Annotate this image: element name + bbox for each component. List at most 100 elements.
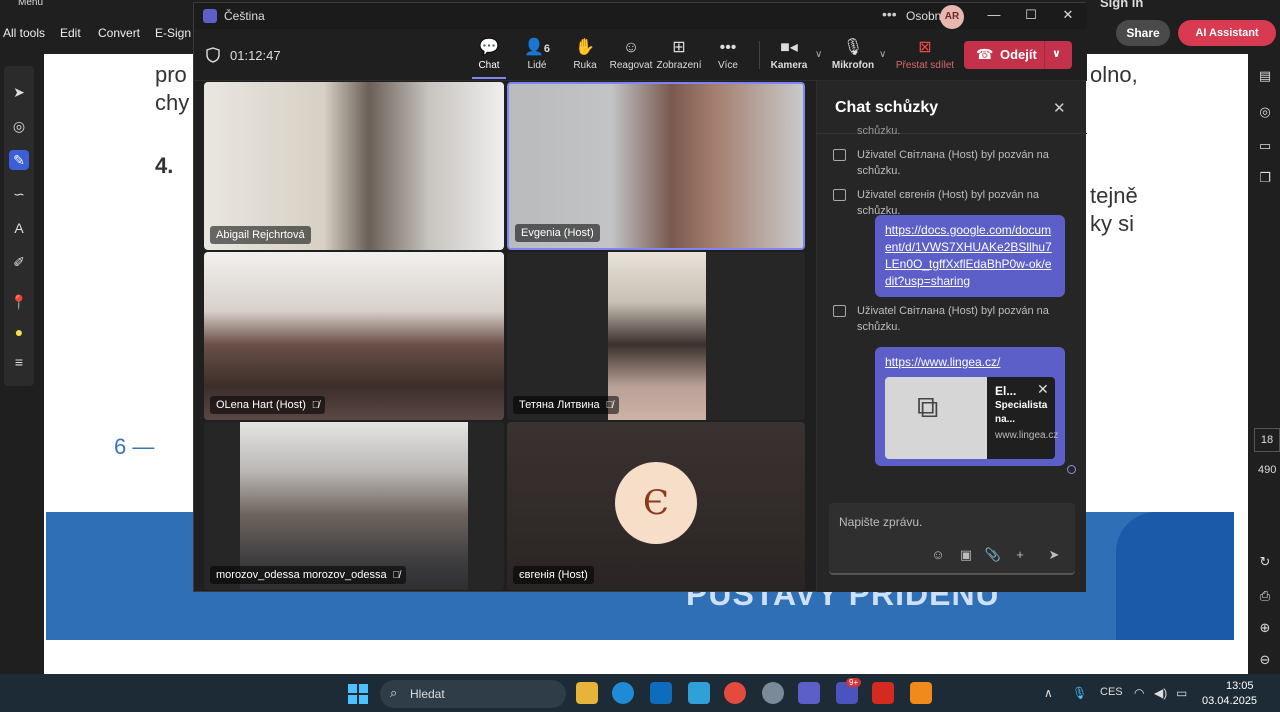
- raise-hand-button[interactable]: ✋ Ruka: [560, 37, 610, 71]
- camera-button[interactable]: ■◂ Kamera: [764, 37, 814, 71]
- more-lines-icon[interactable]: ≡: [9, 352, 29, 372]
- taskbar-search[interactable]: ⌕ Hledat: [380, 680, 566, 708]
- acrobat-edit[interactable]: Edit: [60, 26, 81, 40]
- video-tile[interactable]: Evgenia (Host): [507, 82, 805, 250]
- participant-name: OLena Hart (Host): [216, 399, 306, 411]
- video-tile[interactable]: Є євгенія (Host): [507, 422, 805, 590]
- comment-icon[interactable]: ◎: [9, 116, 29, 136]
- chat-button[interactable]: 💬 Chat: [464, 37, 514, 71]
- edge-icon[interactable]: [612, 682, 634, 704]
- cursor-icon[interactable]: ➤: [9, 82, 29, 102]
- outlook-icon[interactable]: [650, 682, 672, 704]
- chat-icon: 💬: [479, 39, 499, 56]
- view-label: Zobrazení: [656, 60, 702, 71]
- lasso-icon[interactable]: ∽: [9, 184, 29, 204]
- people-count: 6: [543, 43, 551, 55]
- link-preview-card[interactable]: ⧉ El... Specialista na... www.lingea.cz …: [885, 377, 1058, 459]
- emoji-icon[interactable]: ☺: [929, 547, 947, 562]
- acrobat-sign-in[interactable]: Sign in: [1100, 0, 1143, 10]
- color-dot-icon[interactable]: ●: [9, 322, 29, 342]
- battery-icon[interactable]: ▭: [1176, 686, 1187, 700]
- chrome-icon[interactable]: [724, 682, 746, 704]
- more-button[interactable]: ••• Více: [703, 37, 753, 71]
- participant-name-tag: Тетяна Литвина 🎙̸: [513, 396, 620, 414]
- panel-icon[interactable]: ▤: [1257, 68, 1273, 84]
- attach-icon[interactable]: 📎: [984, 547, 1002, 563]
- leave-button[interactable]: ☎ Odejít ∨: [964, 41, 1072, 69]
- video-tile[interactable]: Abigail Rejchrtová: [204, 82, 504, 250]
- raise-hand-label: Ruka: [573, 60, 597, 71]
- minimize-icon[interactable]: —: [984, 7, 1004, 22]
- leave-options-chevron-icon[interactable]: ∨: [1052, 47, 1061, 60]
- people-icon: 👤: [523, 39, 544, 56]
- participant-name: Тетяна Литвина: [519, 399, 600, 411]
- doc-text: ky si: [1090, 211, 1134, 236]
- wifi-icon[interactable]: ◠: [1134, 686, 1144, 700]
- chat-link[interactable]: https://www.lingea.cz/: [885, 355, 1000, 369]
- more-options-icon[interactable]: •••: [882, 6, 897, 22]
- pin-icon[interactable]: 📍: [9, 292, 29, 312]
- acrobat-icon[interactable]: [872, 682, 894, 704]
- refresh-icon[interactable]: ↻: [1257, 554, 1273, 570]
- people-button[interactable]: 👤6 Lidé: [512, 37, 562, 71]
- clock-time[interactable]: 13:05: [1226, 680, 1254, 692]
- maximize-icon[interactable]: ☐: [1021, 7, 1041, 23]
- profile-label[interactable]: Osobní: [906, 9, 945, 23]
- close-preview-icon[interactable]: ✕: [1037, 381, 1049, 398]
- image-icon[interactable]: ▣: [957, 547, 975, 563]
- pages-icon[interactable]: ❐: [1257, 170, 1273, 186]
- page-number-box[interactable]: 18: [1254, 428, 1280, 452]
- clock-date[interactable]: 03.04.2025: [1202, 695, 1257, 707]
- meeting-chat-panel: Chat schůzky ✕ schůzku. Uživatel Світлан…: [816, 81, 1087, 592]
- stop-share-label: Přestat sdílet: [895, 60, 955, 71]
- microphone-icon: 🎙: [842, 39, 864, 56]
- plus-icon[interactable]: +: [1011, 547, 1029, 562]
- highlight-pen-icon[interactable]: ✎: [9, 150, 29, 170]
- react-button[interactable]: ☺ Reagovat: [606, 37, 656, 71]
- chat-link[interactable]: https://docs.google.com/document/d/1VWS7…: [885, 223, 1052, 288]
- acrobat-share-button[interactable]: Share: [1116, 20, 1170, 46]
- doc-text: tejně: [1090, 183, 1138, 208]
- send-icon[interactable]: ➤: [1045, 547, 1063, 563]
- camera-options-chevron-icon[interactable]: ∨: [815, 49, 822, 60]
- acrobat-esign[interactable]: E-Sign: [155, 26, 191, 40]
- compose-box[interactable]: Napište zprávu. ☺ ▣ 📎 + ➤: [829, 503, 1075, 575]
- mic-button[interactable]: 🎙 Mikrofon: [828, 37, 878, 71]
- participant-name-tag: Abigail Rejchrtová: [210, 226, 311, 244]
- teams-icon[interactable]: [798, 682, 820, 704]
- page-total: 490: [1258, 464, 1277, 476]
- stop-sharing-button[interactable]: ⊠ Přestat sdílet: [894, 37, 956, 71]
- remote-desktop-icon[interactable]: [688, 682, 710, 704]
- acrobat-ai-assistant-button[interactable]: AI Assistant: [1178, 20, 1276, 46]
- mic-options-chevron-icon[interactable]: ∨: [879, 49, 886, 60]
- stamp-icon[interactable]: ✐: [9, 252, 29, 272]
- bookmark-icon[interactable]: ▭: [1257, 138, 1273, 154]
- zoom-in-icon[interactable]: ⊕: [1257, 620, 1273, 636]
- video-tile[interactable]: Тетяна Литвина 🎙̸: [507, 252, 805, 420]
- chevron-up-icon[interactable]: ∧: [1044, 686, 1053, 700]
- camera-icon: ■◂: [780, 39, 798, 56]
- input-language[interactable]: CES: [1100, 686, 1123, 698]
- file-explorer-icon[interactable]: [576, 682, 598, 704]
- acrobat-all-tools[interactable]: All tools: [3, 26, 45, 40]
- comments-panel-icon[interactable]: ◎: [1257, 104, 1273, 120]
- participant-name-tag: morozov_odessa morozov_odessa 🎙̸: [210, 566, 407, 584]
- microphone-icon[interactable]: 🎙: [1072, 686, 1087, 700]
- taskbar-search-label: Hledat: [410, 687, 445, 701]
- zoom-out-icon[interactable]: ⊖: [1257, 652, 1273, 668]
- windows-start-icon[interactable]: [348, 684, 368, 704]
- view-button[interactable]: ⊞ Zobrazení: [654, 37, 704, 71]
- vlc-icon[interactable]: [910, 682, 932, 704]
- settings-icon[interactable]: [762, 682, 784, 704]
- acrobat-convert[interactable]: Convert: [98, 26, 140, 40]
- save-icon[interactable]: ⎙: [1257, 588, 1273, 604]
- close-icon[interactable]: ✕: [1058, 7, 1078, 23]
- system-message-text: Uživatel Світлана (Host) byl pozván na s…: [857, 305, 1049, 333]
- avatar[interactable]: AR: [940, 5, 964, 29]
- volume-icon[interactable]: ◀): [1154, 686, 1167, 700]
- text-box-icon[interactable]: A: [9, 218, 29, 238]
- video-tile[interactable]: morozov_odessa morozov_odessa 🎙̸: [204, 422, 504, 590]
- acrobat-menu[interactable]: Menu: [18, 0, 43, 8]
- video-tile[interactable]: OLena Hart (Host) 🎙̸: [204, 252, 504, 420]
- close-icon[interactable]: ✕: [1053, 99, 1066, 117]
